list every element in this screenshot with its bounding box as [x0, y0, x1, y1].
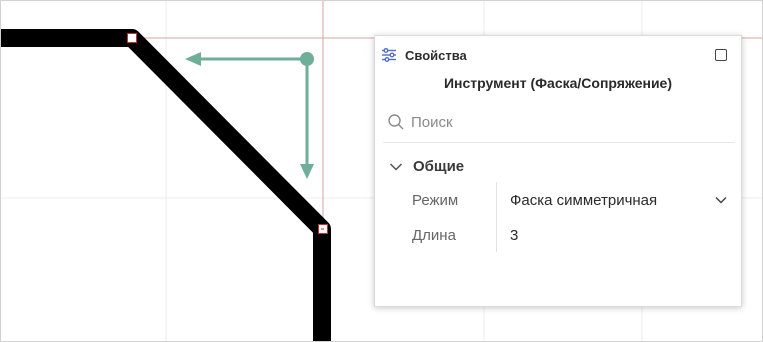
- track-path[interactable]: [1, 29, 331, 341]
- property-row-length[interactable]: Длина 3: [375, 221, 741, 251]
- chevron-down-icon[interactable]: [389, 162, 403, 172]
- panel-header: Свойства: [375, 36, 741, 76]
- length-value-field[interactable]: 3: [510, 227, 518, 244]
- property-label-length: Длина: [412, 227, 456, 244]
- maximize-icon[interactable]: [715, 49, 727, 61]
- group-title: Общие: [413, 158, 465, 175]
- sliders-icon: [382, 48, 396, 62]
- chamfer-start-handle[interactable]: [127, 33, 137, 43]
- search-input[interactable]: [411, 111, 711, 133]
- mode-select-value[interactable]: Фаска симметричная: [510, 192, 657, 209]
- canvas-frame: Свойства Инструмент (Фаска/Сопряжение) О…: [0, 0, 763, 342]
- search-bar: [383, 106, 735, 143]
- panel-title: Свойства: [405, 48, 467, 63]
- property-label-mode: Режим: [412, 192, 459, 209]
- tool-title: Инструмент (Фаска/Сопряжение): [443, 75, 673, 91]
- properties-panel: Свойства Инструмент (Фаска/Сопряжение) О…: [374, 35, 742, 307]
- chevron-down-icon[interactable]: [715, 196, 727, 204]
- property-row-mode[interactable]: Режим Фаска симметричная: [375, 186, 741, 216]
- search-icon: [388, 114, 404, 130]
- group-general-header[interactable]: Общие: [385, 156, 685, 178]
